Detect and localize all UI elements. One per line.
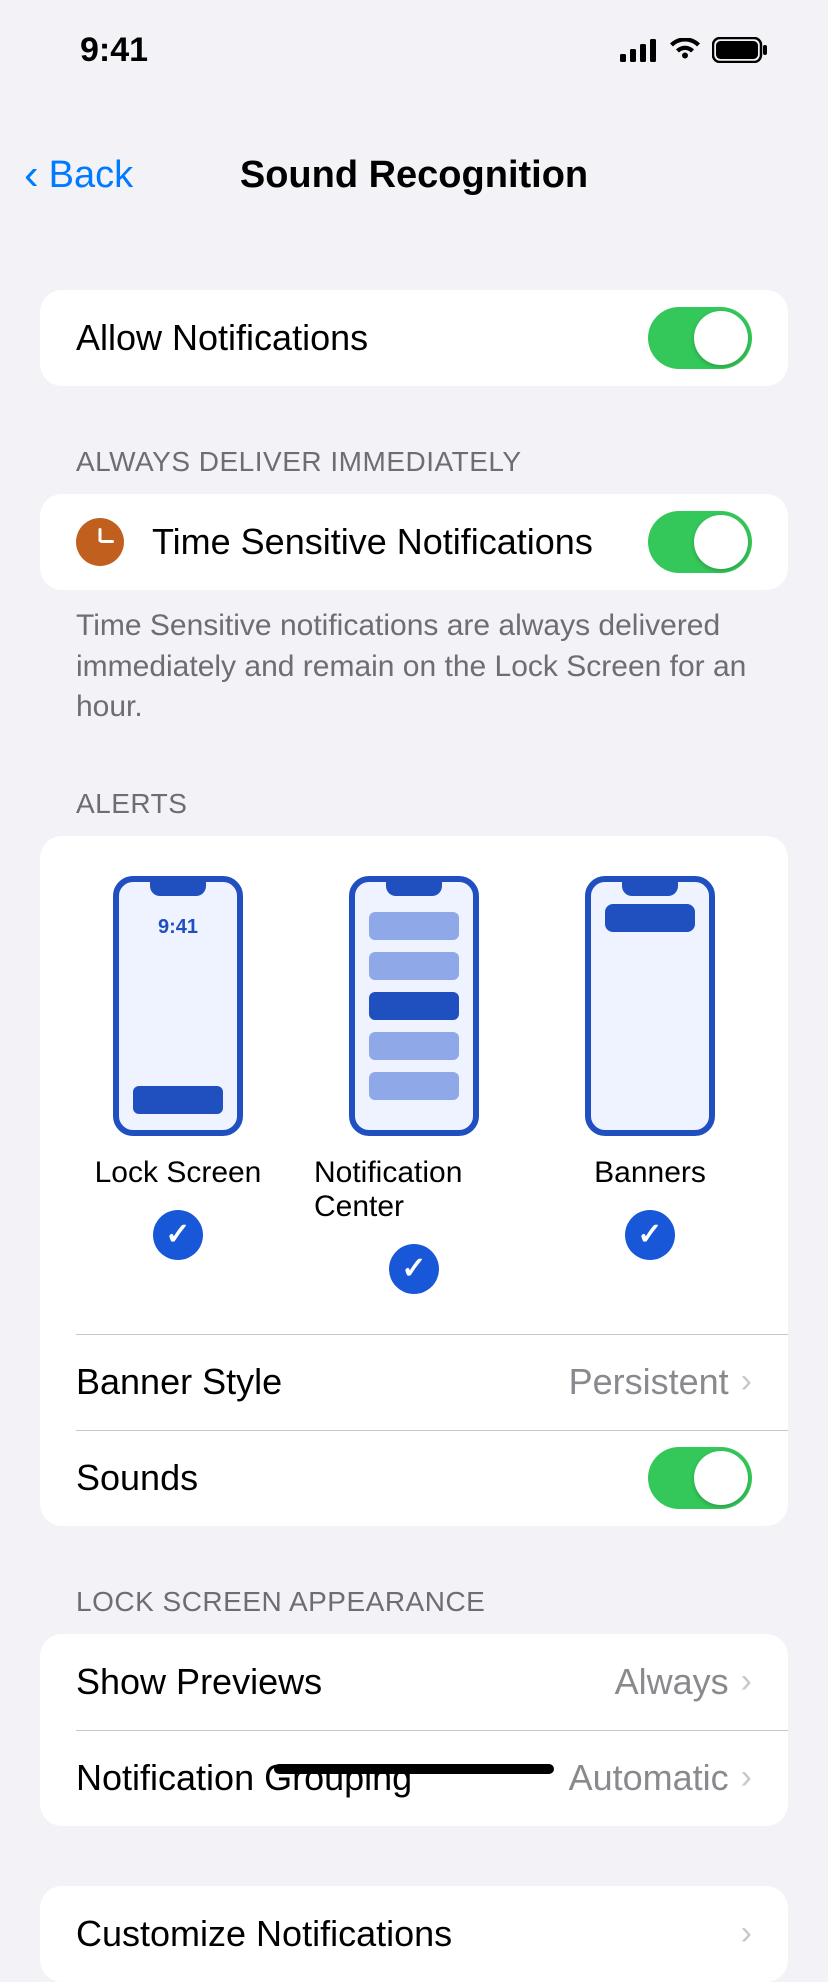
banners-preview-icon (585, 876, 715, 1136)
chevron-right-icon: › (741, 1662, 752, 1701)
notification-center-preview-icon (349, 876, 479, 1136)
chevron-right-icon: › (741, 1914, 752, 1953)
back-button[interactable]: ‹ Back (24, 150, 133, 200)
back-label: Back (49, 154, 133, 197)
notification-grouping-row[interactable]: Notification Grouping Automatic › (40, 1730, 788, 1826)
time-sensitive-row[interactable]: Time Sensitive Notifications (40, 494, 788, 590)
show-previews-label: Show Previews (76, 1661, 615, 1703)
alert-type-lock-screen[interactable]: 9:41 Lock Screen ✓ (78, 876, 278, 1294)
banner-style-value: Persistent (569, 1361, 729, 1403)
sounds-row[interactable]: Sounds (40, 1430, 788, 1526)
banner-style-label: Banner Style (76, 1361, 569, 1403)
alerts-header: Alerts (40, 788, 788, 836)
cellular-icon (620, 38, 658, 62)
battery-icon (712, 37, 768, 63)
wifi-icon (668, 38, 702, 62)
chevron-right-icon: › (741, 1758, 752, 1797)
status-bar: 9:41 (0, 0, 828, 100)
lock-screen-check-icon: ✓ (153, 1210, 203, 1260)
chevron-right-icon: › (741, 1362, 752, 1401)
time-sensitive-label: Time Sensitive Notifications (152, 521, 648, 563)
lock-appearance-header: Lock Screen Appearance (40, 1586, 788, 1634)
show-previews-value: Always (615, 1661, 729, 1703)
notification-grouping-label: Notification Grouping (76, 1757, 569, 1799)
allow-notifications-label: Allow Notifications (76, 317, 648, 359)
alert-type-notification-center[interactable]: Notification Center ✓ (314, 876, 514, 1294)
notification-grouping-value: Automatic (569, 1757, 729, 1799)
alert-types: 9:41 Lock Screen ✓ Notification Center ✓ (40, 876, 788, 1334)
banner-style-row[interactable]: Banner Style Persistent › (40, 1334, 788, 1430)
notification-center-check-icon: ✓ (389, 1244, 439, 1294)
notification-center-label: Notification Center (314, 1156, 514, 1224)
banners-label: Banners (594, 1156, 706, 1190)
status-time: 9:41 (80, 31, 148, 70)
sounds-toggle[interactable] (648, 1447, 752, 1509)
status-icons (620, 37, 768, 63)
customize-notifications-label: Customize Notifications (76, 1913, 741, 1955)
customize-notifications-row[interactable]: Customize Notifications › (40, 1886, 788, 1982)
allow-notifications-row[interactable]: Allow Notifications (40, 290, 788, 386)
time-sensitive-toggle[interactable] (648, 511, 752, 573)
chevron-left-icon: ‹ (24, 150, 39, 200)
lock-screen-label: Lock Screen (95, 1156, 262, 1190)
allow-notifications-toggle[interactable] (648, 307, 752, 369)
alert-type-banners[interactable]: Banners ✓ (550, 876, 750, 1294)
show-previews-row[interactable]: Show Previews Always › (40, 1634, 788, 1730)
banners-check-icon: ✓ (625, 1210, 675, 1260)
home-indicator[interactable] (274, 1764, 554, 1774)
clock-icon (76, 518, 124, 566)
nav-bar: ‹ Back Sound Recognition (0, 130, 828, 220)
deliver-footer: Time Sensitive notifications are always … (40, 590, 788, 728)
deliver-header: Always Deliver Immediately (40, 446, 788, 494)
lock-screen-preview-icon: 9:41 (113, 876, 243, 1136)
sounds-label: Sounds (76, 1457, 648, 1499)
